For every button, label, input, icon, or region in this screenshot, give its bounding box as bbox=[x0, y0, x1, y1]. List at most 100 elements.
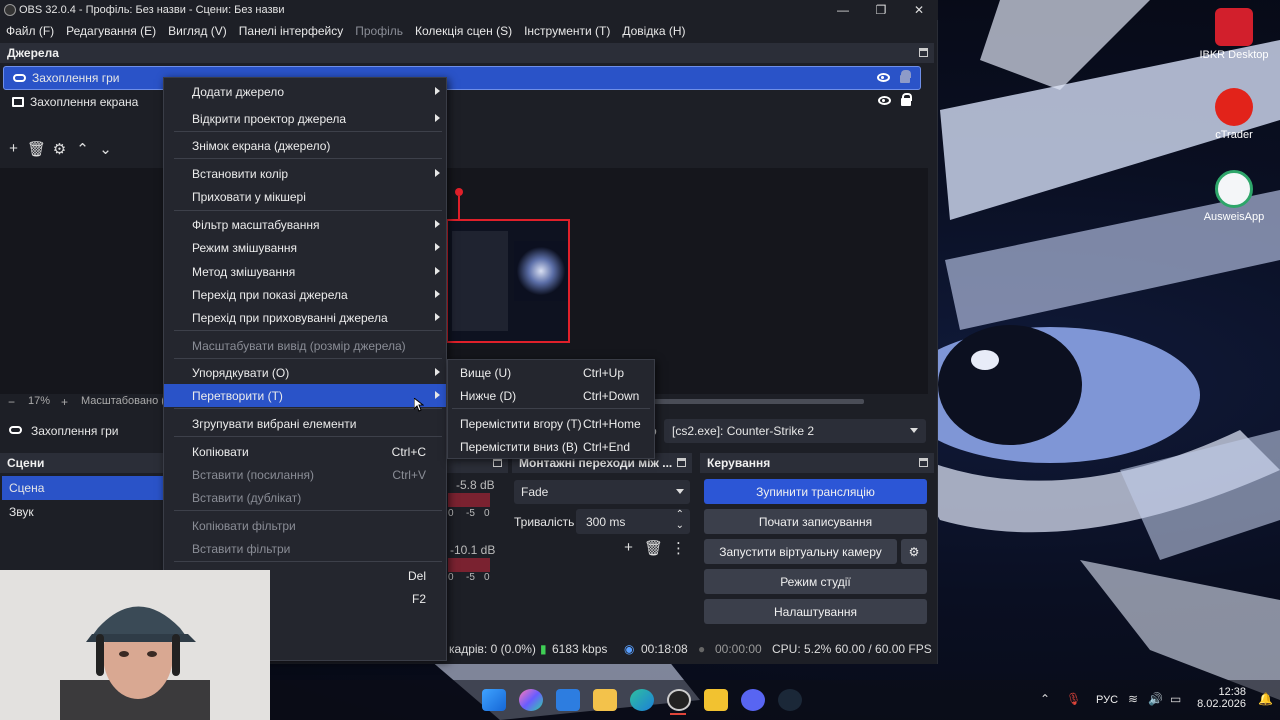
menu-tools[interactable]: Інструменти (T) bbox=[524, 24, 610, 38]
dock-float-icon[interactable] bbox=[493, 458, 502, 467]
volume-icon[interactable]: 🔊 bbox=[1148, 692, 1163, 706]
trash-icon[interactable]: 🗑 bbox=[642, 539, 665, 557]
menu-separator bbox=[174, 408, 442, 409]
menu-item-label: Копіювати фільтри bbox=[192, 518, 296, 533]
menu-item-copy-filters[interactable]: Копіювати фільтри bbox=[164, 514, 446, 537]
menu-item-show-transition[interactable]: Перехід при показі джерела bbox=[164, 283, 446, 306]
clock[interactable]: 12:38 8.02.2026 bbox=[1196, 686, 1246, 710]
edge-icon[interactable] bbox=[630, 689, 654, 711]
visibility-eye-icon[interactable] bbox=[878, 96, 891, 105]
language-indicator[interactable]: РУС bbox=[1096, 694, 1118, 706]
stop-streaming-button[interactable]: Зупинити трансляцію bbox=[704, 479, 927, 504]
settings-button[interactable]: Налаштування bbox=[704, 599, 927, 624]
menu-item-blend-method[interactable]: Метод змішування bbox=[164, 260, 446, 283]
lock-icon[interactable] bbox=[900, 70, 911, 83]
duration-spinbox[interactable]: 300 ms ⌃ ⌄ bbox=[576, 509, 690, 534]
windows-start-icon[interactable] bbox=[482, 689, 506, 711]
transition-select[interactable]: Fade bbox=[514, 480, 690, 504]
lock-icon[interactable] bbox=[901, 93, 912, 106]
discord-icon[interactable] bbox=[741, 689, 765, 711]
menu-item-label: Згрупувати вибрані елементи bbox=[192, 416, 357, 431]
menu-item-paste-reference[interactable]: Вставити (посилання) Ctrl+V bbox=[164, 463, 446, 486]
preview-source-frame[interactable] bbox=[446, 219, 570, 343]
dock-float-icon[interactable] bbox=[677, 458, 686, 467]
menu-docks[interactable]: Панелі інтерфейсу bbox=[239, 24, 343, 38]
battery-icon[interactable]: ▭ bbox=[1170, 692, 1181, 706]
menu-item-copy[interactable]: Копіювати Ctrl+C bbox=[164, 440, 446, 463]
chevron-down-icon[interactable]: ⌄ bbox=[94, 140, 117, 158]
submenu-item-move-down[interactable]: Нижче (D) Ctrl+Down bbox=[448, 384, 654, 407]
submenu-arrow-icon bbox=[435, 243, 440, 251]
obs-taskbar-icon[interactable] bbox=[667, 689, 691, 711]
transform-submenu: Вище (U) Ctrl+Up Нижче (D) Ctrl+Down Перем… bbox=[447, 359, 655, 459]
more-options-icon[interactable]: ⋮ bbox=[667, 539, 690, 557]
source-item-display-capture[interactable]: Захоплення екрана bbox=[3, 90, 921, 114]
store-icon[interactable] bbox=[556, 689, 580, 711]
menu-help[interactable]: Довідка (H) bbox=[622, 24, 685, 38]
menu-file[interactable]: Файл (F) bbox=[6, 24, 54, 38]
chevron-up-icon[interactable]: ⌃ bbox=[71, 140, 94, 158]
menu-edit[interactable]: Редагування (E) bbox=[66, 24, 156, 38]
source-item-game-capture[interactable]: Захоплення гри bbox=[3, 66, 921, 90]
steam-icon[interactable] bbox=[778, 689, 802, 711]
desktop-icon-ausweisapp[interactable]: AusweisApp bbox=[1199, 170, 1269, 223]
gear-icon[interactable]: ⚙ bbox=[48, 140, 71, 158]
menu-item-scale-filter[interactable]: Фільтр масштабування bbox=[164, 213, 446, 236]
menu-item-paste-filters[interactable]: Вставити фільтри bbox=[164, 537, 446, 560]
virtual-camera-settings-button[interactable]: ⚙ bbox=[901, 539, 927, 564]
menu-item-hide-in-mixer[interactable]: Приховати у мікшері bbox=[164, 185, 446, 208]
visibility-eye-icon[interactable] bbox=[877, 73, 890, 82]
window-select[interactable]: [cs2.exe]: Counter-Strike 2 bbox=[664, 419, 926, 443]
menu-item-hide-transition[interactable]: Перехід при приховуванні джерела bbox=[164, 306, 446, 329]
menu-item-open-projector[interactable]: Відкрити проектор джерела bbox=[164, 107, 446, 130]
zoom-in-icon[interactable]: + bbox=[61, 395, 68, 409]
submenu-item-move-up[interactable]: Вище (U) Ctrl+Up bbox=[448, 361, 654, 384]
studio-mode-button[interactable]: Режим студії bbox=[704, 569, 927, 594]
menu-item-group-selected[interactable]: Згрупувати вибрані елементи bbox=[164, 412, 446, 435]
menu-view[interactable]: Вигляд (V) bbox=[168, 24, 227, 38]
start-recording-button[interactable]: Почати записування bbox=[704, 509, 927, 534]
minimize-button[interactable]: — bbox=[824, 0, 862, 20]
rotate-handle[interactable] bbox=[455, 188, 463, 196]
menu-item-order[interactable]: Упорядкувати (O) bbox=[164, 361, 446, 384]
zoom-out-icon[interactable]: − bbox=[8, 395, 15, 409]
dock-float-icon[interactable] bbox=[919, 48, 928, 57]
start-virtual-camera-button[interactable]: Запустити віртуальну камеру bbox=[704, 539, 897, 564]
window-select-value: [cs2.exe]: Counter-Strike 2 bbox=[672, 424, 815, 438]
desktop-icon-ctrader[interactable]: cTrader bbox=[1199, 88, 1269, 141]
duration-value: 300 ms bbox=[586, 515, 626, 529]
menu-item-label: Знімок екрана (джерело) bbox=[192, 138, 331, 153]
scene-item-scene[interactable]: Сцена bbox=[2, 476, 163, 500]
file-explorer-icon[interactable] bbox=[593, 689, 617, 711]
menu-item-resize-output[interactable]: Масштабувати вивід (розмір джерела) bbox=[164, 334, 446, 357]
menu-item-transform[interactable]: Перетворити (T) bbox=[164, 384, 446, 407]
menu-item-set-color[interactable]: Встановити колір bbox=[164, 162, 446, 185]
menu-profile[interactable]: Профіль bbox=[355, 24, 403, 38]
zoom-level: 17% bbox=[28, 395, 51, 407]
tray-chevron-up-icon[interactable]: ⌃ bbox=[1040, 692, 1050, 706]
wifi-icon[interactable]: ≋ bbox=[1128, 692, 1138, 706]
trash-icon[interactable]: 🗑 bbox=[25, 140, 48, 158]
add-icon[interactable]: + bbox=[2, 140, 25, 158]
menu-item-paste-duplicate[interactable]: Вставити (дублікат) bbox=[164, 486, 446, 509]
copilot-icon[interactable] bbox=[519, 689, 543, 711]
spin-up-icon[interactable]: ⌃ bbox=[676, 509, 684, 520]
submenu-item-move-bottom[interactable]: Перемістити вниз (B) Ctrl+End bbox=[448, 435, 654, 458]
notifications-icon[interactable]: 🔔 bbox=[1258, 692, 1273, 706]
app-taskbar-icon[interactable] bbox=[704, 689, 728, 711]
ibkr-icon bbox=[1215, 8, 1253, 46]
menu-scene-collection[interactable]: Колекція сцен (S) bbox=[415, 24, 512, 38]
submenu-item-move-top[interactable]: Перемістити вгору (T) Ctrl+Home bbox=[448, 412, 654, 435]
dock-float-icon[interactable] bbox=[919, 458, 928, 467]
desktop-icon-ibkr[interactable]: IBKR Desktop bbox=[1199, 8, 1269, 61]
close-button[interactable]: ✕ bbox=[900, 0, 938, 20]
spin-down-icon[interactable]: ⌄ bbox=[676, 520, 684, 531]
menu-item-blend-mode[interactable]: Режим змішування bbox=[164, 236, 446, 259]
menu-item-add-source[interactable]: Додати джерело bbox=[164, 80, 446, 103]
add-icon[interactable]: + bbox=[617, 539, 640, 556]
maximize-button[interactable]: ❐ bbox=[862, 0, 900, 20]
menu-item-screenshot-source[interactable]: Знімок екрана (джерело) bbox=[164, 134, 446, 157]
scene-item-sound[interactable]: Звук bbox=[2, 500, 163, 524]
microphone-icon[interactable]: 🎙 bbox=[1066, 692, 1081, 706]
mixer-level-2: -10.1 dB bbox=[450, 543, 496, 557]
